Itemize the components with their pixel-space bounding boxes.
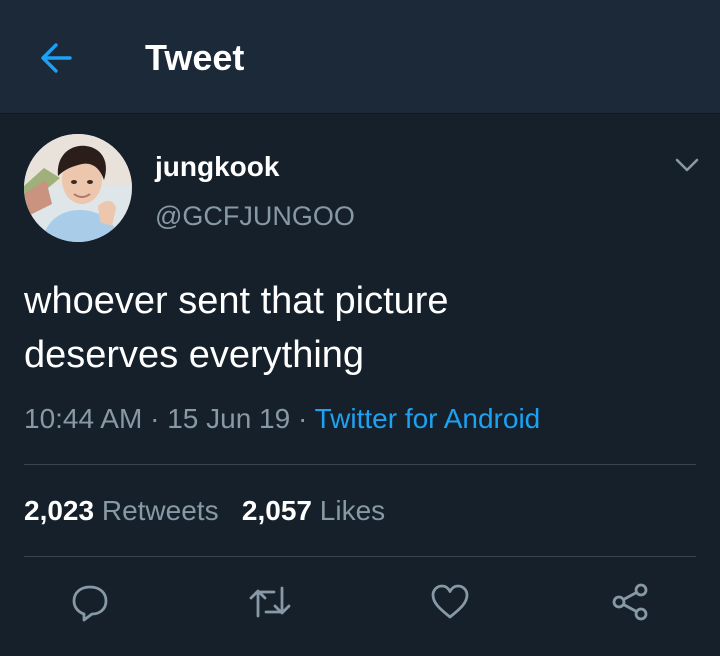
tweet-options-button[interactable] [670,150,704,180]
tweet-text-line: deserves everything [24,334,365,376]
page-title: Tweet [145,37,245,78]
retweets-stat[interactable]: 2,023 Retweets [24,495,219,526]
retweets-count: 2,023 [24,495,95,526]
retweet-icon [249,586,291,618]
retweet-button[interactable] [248,580,292,624]
avatar[interactable] [24,134,132,242]
tweet-stats: 2,023 Retweets 2,057 Likes [24,493,385,529]
divider [24,556,696,557]
display-name[interactable]: jungkook [155,150,279,184]
reply-icon [72,585,108,622]
tweet-metadata: 10:44 AM · 15 Jun 19 · Twitter for Andro… [24,401,540,437]
retweets-label: Retweets [101,495,219,526]
like-icon [431,584,469,619]
likes-count: 2,057 [241,495,312,526]
back-button[interactable] [36,38,76,78]
tweet-source-link[interactable]: Twitter for Android [315,403,541,434]
tweet-text-line: whoever sent that picture [24,280,449,322]
separator: · [150,403,160,434]
tweet-date: 15 Jun 19 [167,403,291,434]
reply-button[interactable] [68,580,112,624]
likes-stat[interactable]: 2,057 Likes [242,495,385,526]
share-icon [612,583,648,621]
username-handle[interactable]: @GCFJUNGOO [155,199,355,233]
like-button[interactable] [428,580,472,624]
tweet-text: whoever sent that picture deserves every… [24,274,684,382]
separator: · [297,403,308,434]
arrow-left-icon [41,43,72,73]
top-bar: Tweet [0,0,720,114]
likes-label: Likes [319,495,386,526]
chevron-down-icon [675,158,699,172]
profile-photo [24,134,132,242]
divider [24,464,696,465]
action-bar [0,580,720,626]
tweet-time: 10:44 AM [24,403,143,434]
share-button[interactable] [608,580,652,624]
